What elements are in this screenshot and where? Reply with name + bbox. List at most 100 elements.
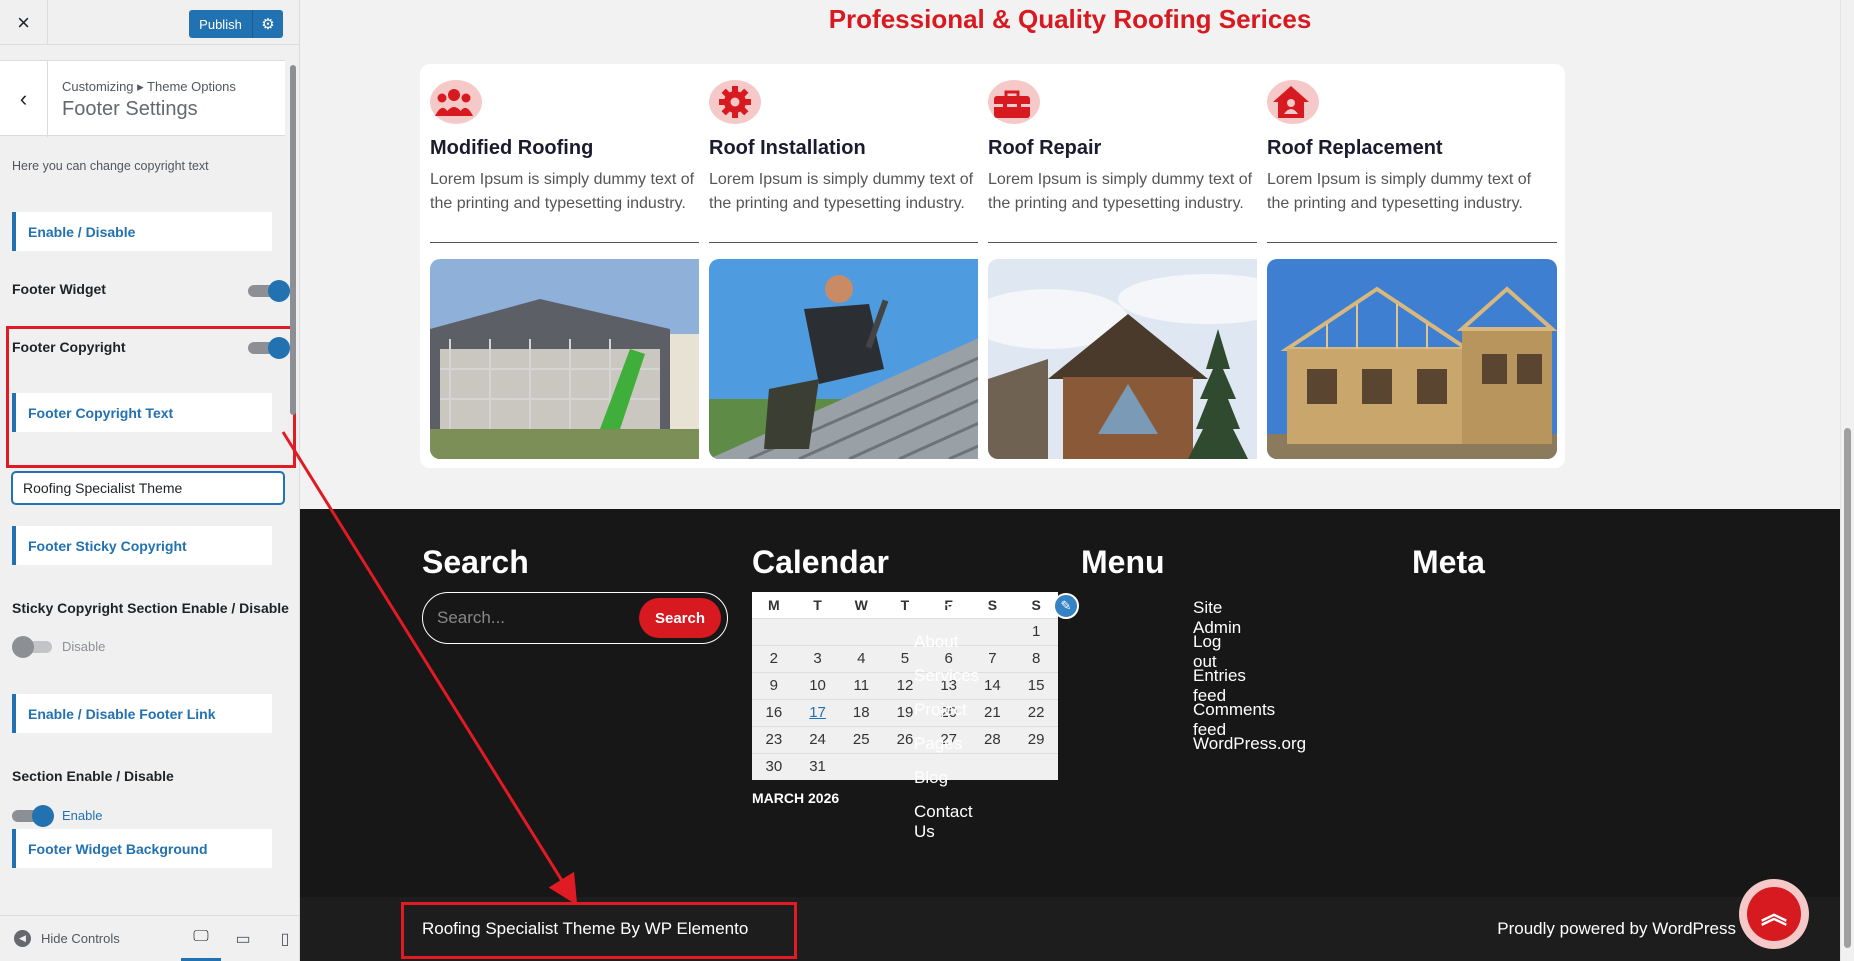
footer-menu-link[interactable]: Project (914, 700, 967, 720)
scroll-to-top-button[interactable]: ︽ (1739, 879, 1809, 949)
calendar-day-number: 15 (1027, 677, 1045, 694)
tablet-preview-button[interactable]: ▭ (223, 916, 263, 961)
calendar-week: 23 24 25 26 27 28 29 (752, 725, 1058, 753)
calendar-day: 24 (795, 725, 840, 753)
calendar-day-number: 6 (944, 650, 953, 667)
calendar-week: 9 10 11 12 13 14 15 (752, 671, 1058, 699)
calendar-day: 2 (752, 644, 796, 672)
calendar-day: 10 (795, 671, 840, 699)
calendar-day: 9 (752, 671, 796, 699)
calendar-day: 30 (752, 752, 796, 780)
calendar-day-number: 23 (765, 731, 783, 748)
calendar-day-number: 29 (1027, 731, 1045, 748)
close-customizer-button[interactable]: × (0, 0, 48, 45)
footer-widgets: Search Search Calendar MTWTFSS 123456789… (300, 509, 1840, 897)
sticky-copyright-heading: Footer Sticky Copyright (12, 526, 272, 565)
preview-scrollbar[interactable] (1840, 0, 1854, 961)
calendar-day[interactable]: 17 (795, 698, 840, 726)
section-title: Footer Settings (62, 98, 198, 120)
calendar-day: 15 (1014, 671, 1058, 699)
calendar-day: 16 (752, 698, 796, 726)
service-card: Roof Replacement Lorem Ipsum is simply d… (1257, 64, 1565, 468)
footer-meta-link[interactable]: WordPress.org (1193, 734, 1306, 754)
calendar-day-number: 31 (809, 758, 826, 776)
calendar-table: MTWTFSS 1 2 3 4 5 6 7 8 9 10 11 12 13 14 15 16 17 18 19 20 2… (752, 592, 1058, 780)
sidebar-scrollbar[interactable] (288, 50, 298, 915)
section-description: Here you can change copyright text (12, 159, 209, 173)
meta-widget-title: Meta (1412, 544, 1485, 580)
footer-link-heading: Enable / Disable Footer Link (12, 694, 272, 733)
highlight-box-input (6, 326, 296, 468)
calendar-day: 23 (752, 725, 796, 753)
calendar-day-number: 16 (765, 704, 783, 721)
calendar-day-number: 28 (984, 731, 1001, 748)
footer-menu-link[interactable]: Home (914, 598, 959, 618)
search-widget-title: Search (422, 544, 529, 580)
calendar-day-header: T (795, 592, 840, 618)
service-text: Lorem Ipsum is simply dummy text of the … (1267, 171, 1532, 212)
highlight-box-copyright (401, 902, 797, 959)
section-enable-toggle[interactable] (12, 805, 54, 827)
calendar-day: 25 (839, 725, 884, 753)
footer-menu-link[interactable]: About (914, 632, 958, 652)
service-card: Modified Roofing Lorem Ipsum is simply d… (420, 64, 728, 468)
powered-by-link[interactable]: Proudly powered by WordPress (1497, 919, 1736, 939)
menu-widget-title: Menu (1081, 544, 1165, 580)
section-toggle-text: Enable (62, 808, 103, 823)
calendar-day-number: 8 (1031, 650, 1041, 667)
gear-icon (719, 86, 751, 118)
calendar-day (970, 617, 1015, 645)
edit-shortcut-button[interactable]: ✎ (1053, 593, 1079, 619)
roof-installation-photo (709, 259, 999, 459)
roof-replacement-photo (1267, 259, 1557, 459)
desktop-icon: 🖵 (193, 928, 209, 945)
publish-group: Publish ⚙ (189, 10, 283, 38)
enable-disable-heading: Enable / Disable (12, 212, 272, 251)
service-text: Lorem Ipsum is simply dummy text of the … (988, 171, 1253, 212)
calendar-day-header: W (839, 592, 884, 618)
calendar-day (795, 617, 840, 645)
calendar-day-number: 18 (852, 704, 870, 721)
publish-button[interactable]: Publish (189, 10, 253, 38)
mobile-preview-button[interactable]: ▯ (265, 916, 299, 961)
calendar-day-number: 9 (769, 677, 779, 694)
footer-widget-label: Footer Widget (12, 281, 106, 297)
sticky-copyright-toggle[interactable] (12, 636, 54, 658)
users-icon (435, 89, 473, 116)
service-card: Roof Repair Lorem Ipsum is simply dummy … (978, 64, 1286, 468)
copyright-text-input[interactable] (12, 472, 284, 504)
gear-icon: ⚙ (261, 16, 275, 33)
footer-search-form: Search (422, 592, 728, 644)
search-button[interactable]: Search (639, 598, 721, 638)
customizer-header: × Publish ⚙ (0, 0, 299, 45)
footer-menu-link[interactable]: Pages (914, 734, 962, 754)
publish-settings-button[interactable]: ⚙ (253, 10, 283, 38)
calendar-day: 11 (839, 671, 884, 699)
calendar-day-number[interactable]: 17 (809, 704, 826, 721)
calendar-week: 2 3 4 5 6 7 8 (752, 644, 1058, 672)
calendar-day: 31 (795, 752, 840, 780)
calendar-day-number: 2 (769, 650, 779, 667)
footer-menu-link[interactable]: Services (914, 666, 979, 686)
footer-menu-link[interactable]: Contact Us (914, 802, 973, 842)
section-enable-label: Section Enable / Disable (12, 768, 174, 784)
calendar-day: 29 (1014, 725, 1058, 753)
calendar-day (839, 617, 884, 645)
sidebar-controls: ‹ Customizing ▸ Theme Options Footer Set… (0, 45, 299, 915)
calendar-day-number: 5 (900, 650, 910, 667)
calendar-day-number: 4 (857, 650, 866, 667)
service-title: Roof Installation (709, 137, 866, 159)
calendar-day (752, 617, 796, 645)
desktop-preview-button[interactable]: 🖵 (181, 916, 221, 961)
toolbox-icon (994, 90, 1030, 118)
calendar-day-header: M (752, 592, 796, 618)
search-input[interactable] (437, 607, 627, 629)
calendar-day: 21 (970, 698, 1015, 726)
back-button[interactable]: ‹ (0, 61, 48, 137)
footer-menu-link[interactable]: Blog (914, 768, 948, 788)
footer-widget-toggle[interactable] (248, 280, 290, 302)
double-chevron-up-icon: ︽ (1747, 887, 1801, 941)
section-header: ‹ Customizing ▸ Theme Options Footer Set… (0, 60, 285, 137)
hide-controls-button[interactable]: ◀ Hide Controls (14, 930, 120, 947)
calendar-day-number: 22 (1027, 704, 1045, 721)
